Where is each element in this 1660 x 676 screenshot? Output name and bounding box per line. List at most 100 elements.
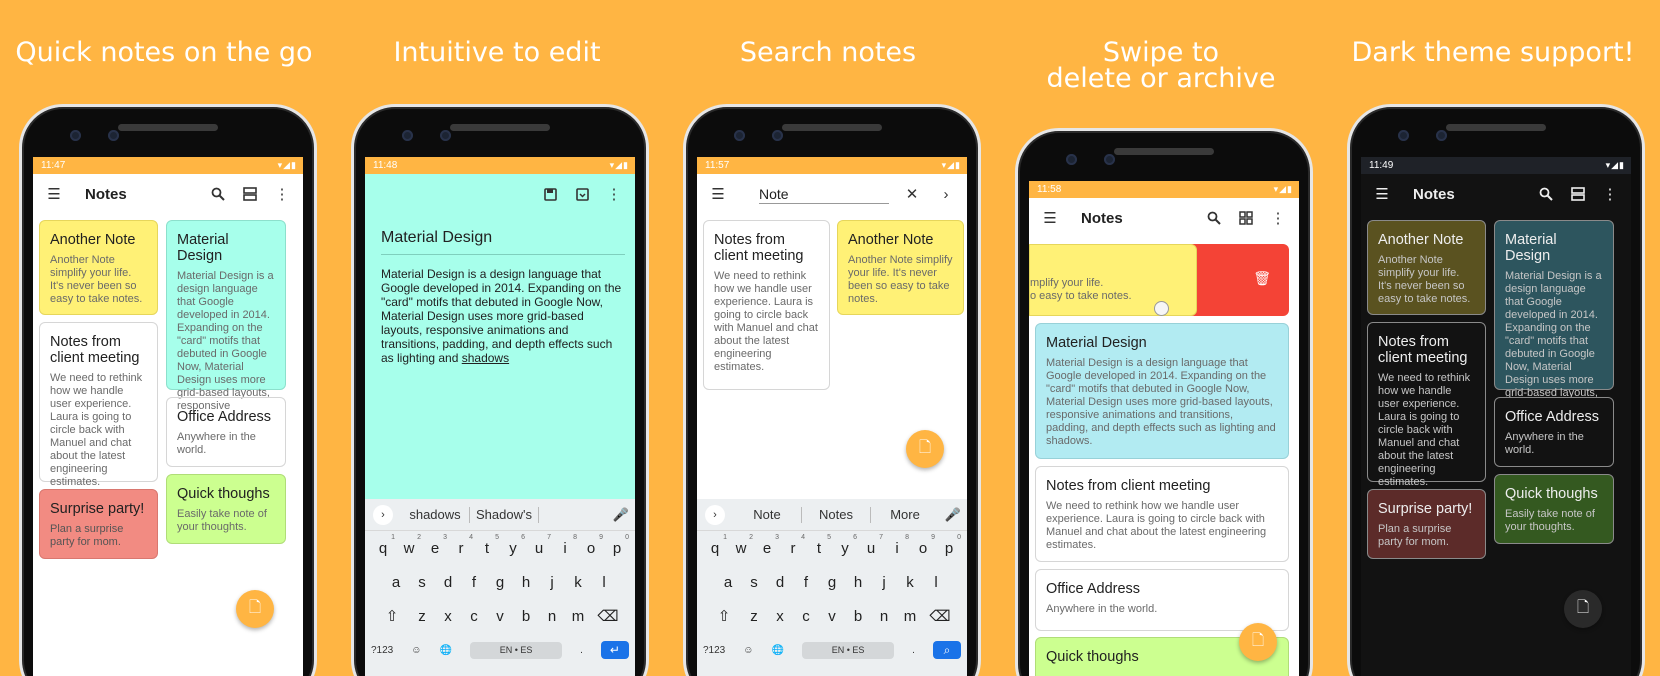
swiped-note-card[interactable]: mplify your life. o easy to take notes. [1029,244,1197,316]
grid-view-icon[interactable] [1235,207,1257,229]
key[interactable]: s [741,574,767,591]
key[interactable]: z [741,608,767,625]
note-card[interactable]: Material Design Material Design is a des… [1035,323,1289,459]
chevron-right-icon[interactable]: › [373,504,393,525]
emoji-icon[interactable]: ☺ [743,645,753,656]
key[interactable]: o9 [578,534,604,557]
note-card[interactable]: Material Design Material Design is a des… [166,220,286,412]
more-vert-icon[interactable]: ⋮ [271,183,293,205]
period-key[interactable]: . [580,645,583,656]
note-card[interactable]: Another Note Another Note simplify your … [39,220,158,315]
key[interactable]: a [383,574,409,591]
key[interactable]: v [819,608,845,625]
menu-icon[interactable]: ☰ [707,183,729,205]
key[interactable]: d [435,574,461,591]
space-key[interactable]: EN • ES [470,641,563,659]
key[interactable]: r4 [448,534,474,557]
key[interactable]: q1 [702,534,728,557]
view-agenda-icon[interactable] [239,183,261,205]
key[interactable]: n [539,608,565,625]
key[interactable]: o9 [910,534,936,557]
key[interactable]: e3 [422,534,448,557]
suggestion[interactable]: shadows [401,507,469,522]
key[interactable]: c [461,608,487,625]
note-title[interactable]: Material Design [381,229,492,247]
enter-icon[interactable]: ↵ [600,641,629,659]
archive-icon[interactable] [571,183,593,205]
menu-icon[interactable]: ☰ [43,183,65,205]
key[interactable]: d [767,574,793,591]
key[interactable]: q1 [370,534,396,557]
note-card[interactable]: Office Address Anywhere in the world. [166,397,286,467]
search-icon[interactable]: ⌕ [932,641,961,659]
more-vert-icon[interactable]: ⋮ [603,183,625,205]
key[interactable]: u7 [858,534,884,557]
key[interactable]: g [487,574,513,591]
key[interactable]: c [793,608,819,625]
suggestion[interactable]: Notes [802,507,870,522]
backspace-icon[interactable]: ⌫ [591,607,625,625]
note-card[interactable]: Surprise party! Plan a surprise party fo… [1367,489,1486,559]
emoji-icon[interactable]: ☺ [411,645,421,656]
key[interactable]: t5 [806,534,832,557]
menu-icon[interactable]: ☰ [1371,183,1393,205]
key[interactable]: n [871,608,897,625]
key[interactable]: u7 [526,534,552,557]
view-agenda-icon[interactable] [1567,183,1589,205]
key[interactable]: h [845,574,871,591]
key[interactable]: i8 [552,534,578,557]
search-icon[interactable] [1535,183,1557,205]
key[interactable]: k [897,574,923,591]
shift-icon[interactable]: ⇧ [375,607,409,625]
period-key[interactable]: . [912,645,915,656]
backspace-icon[interactable]: ⌫ [923,607,957,625]
note-card[interactable]: Notes from client meeting We need to ret… [703,220,830,390]
note-card[interactable]: Material Design Material Design is a des… [1494,220,1614,412]
mic-icon[interactable]: 🎤 [607,507,635,523]
add-note-button[interactable]: 🗋 [906,430,944,468]
note-card[interactable]: Another Note Another Note simplify your … [837,220,964,315]
key[interactable]: y6 [832,534,858,557]
globe-icon[interactable]: 🌐 [440,645,452,656]
key[interactable]: j [539,574,565,591]
note-card[interactable]: Notes from client meeting We need to ret… [39,322,158,488]
note-card[interactable]: Office Address Anywhere in the world. [1494,397,1614,467]
chevron-right-icon[interactable]: › [935,183,957,205]
more-vert-icon[interactable]: ⋮ [1599,183,1621,205]
note-body-editor[interactable]: Material Design is a design language tha… [381,267,623,365]
note-card[interactable]: Another Note Another Note simplify your … [1367,220,1486,315]
add-note-button[interactable]: 🗋 [236,590,274,628]
key[interactable]: s [409,574,435,591]
menu-icon[interactable]: ☰ [1039,207,1061,229]
key[interactable]: e3 [754,534,780,557]
save-icon[interactable] [539,183,561,205]
key[interactable]: f [461,574,487,591]
key[interactable]: x [767,608,793,625]
note-card[interactable]: Notes from client meeting We need to ret… [1035,466,1289,562]
key[interactable]: x [435,608,461,625]
suggestion[interactable]: Note [733,507,801,522]
delete-icon[interactable]: 🗑 [1253,270,1271,287]
chevron-right-icon[interactable]: › [705,504,725,525]
key[interactable]: z [409,608,435,625]
search-input[interactable]: Note [759,185,889,204]
key[interactable]: w2 [396,534,422,557]
search-icon[interactable] [1203,207,1225,229]
key[interactable]: a [715,574,741,591]
note-card[interactable]: Quick thoughs Easily take note of your t… [166,474,286,544]
key[interactable]: i8 [884,534,910,557]
key[interactable]: j [871,574,897,591]
key[interactable]: v [487,608,513,625]
shift-icon[interactable]: ⇧ [707,607,741,625]
search-icon[interactable] [207,183,229,205]
key[interactable]: y6 [500,534,526,557]
key[interactable]: f [793,574,819,591]
suggestion[interactable]: Shadow's [470,507,538,522]
close-icon[interactable]: ✕ [901,183,923,205]
space-key[interactable]: EN • ES [802,641,895,659]
symbols-key[interactable]: ?123 [703,645,725,656]
note-card[interactable]: Notes from client meeting We need to ret… [1367,322,1486,488]
globe-icon[interactable]: 🌐 [772,645,784,656]
symbols-key[interactable]: ?123 [371,645,393,656]
key[interactable]: l [923,574,949,591]
